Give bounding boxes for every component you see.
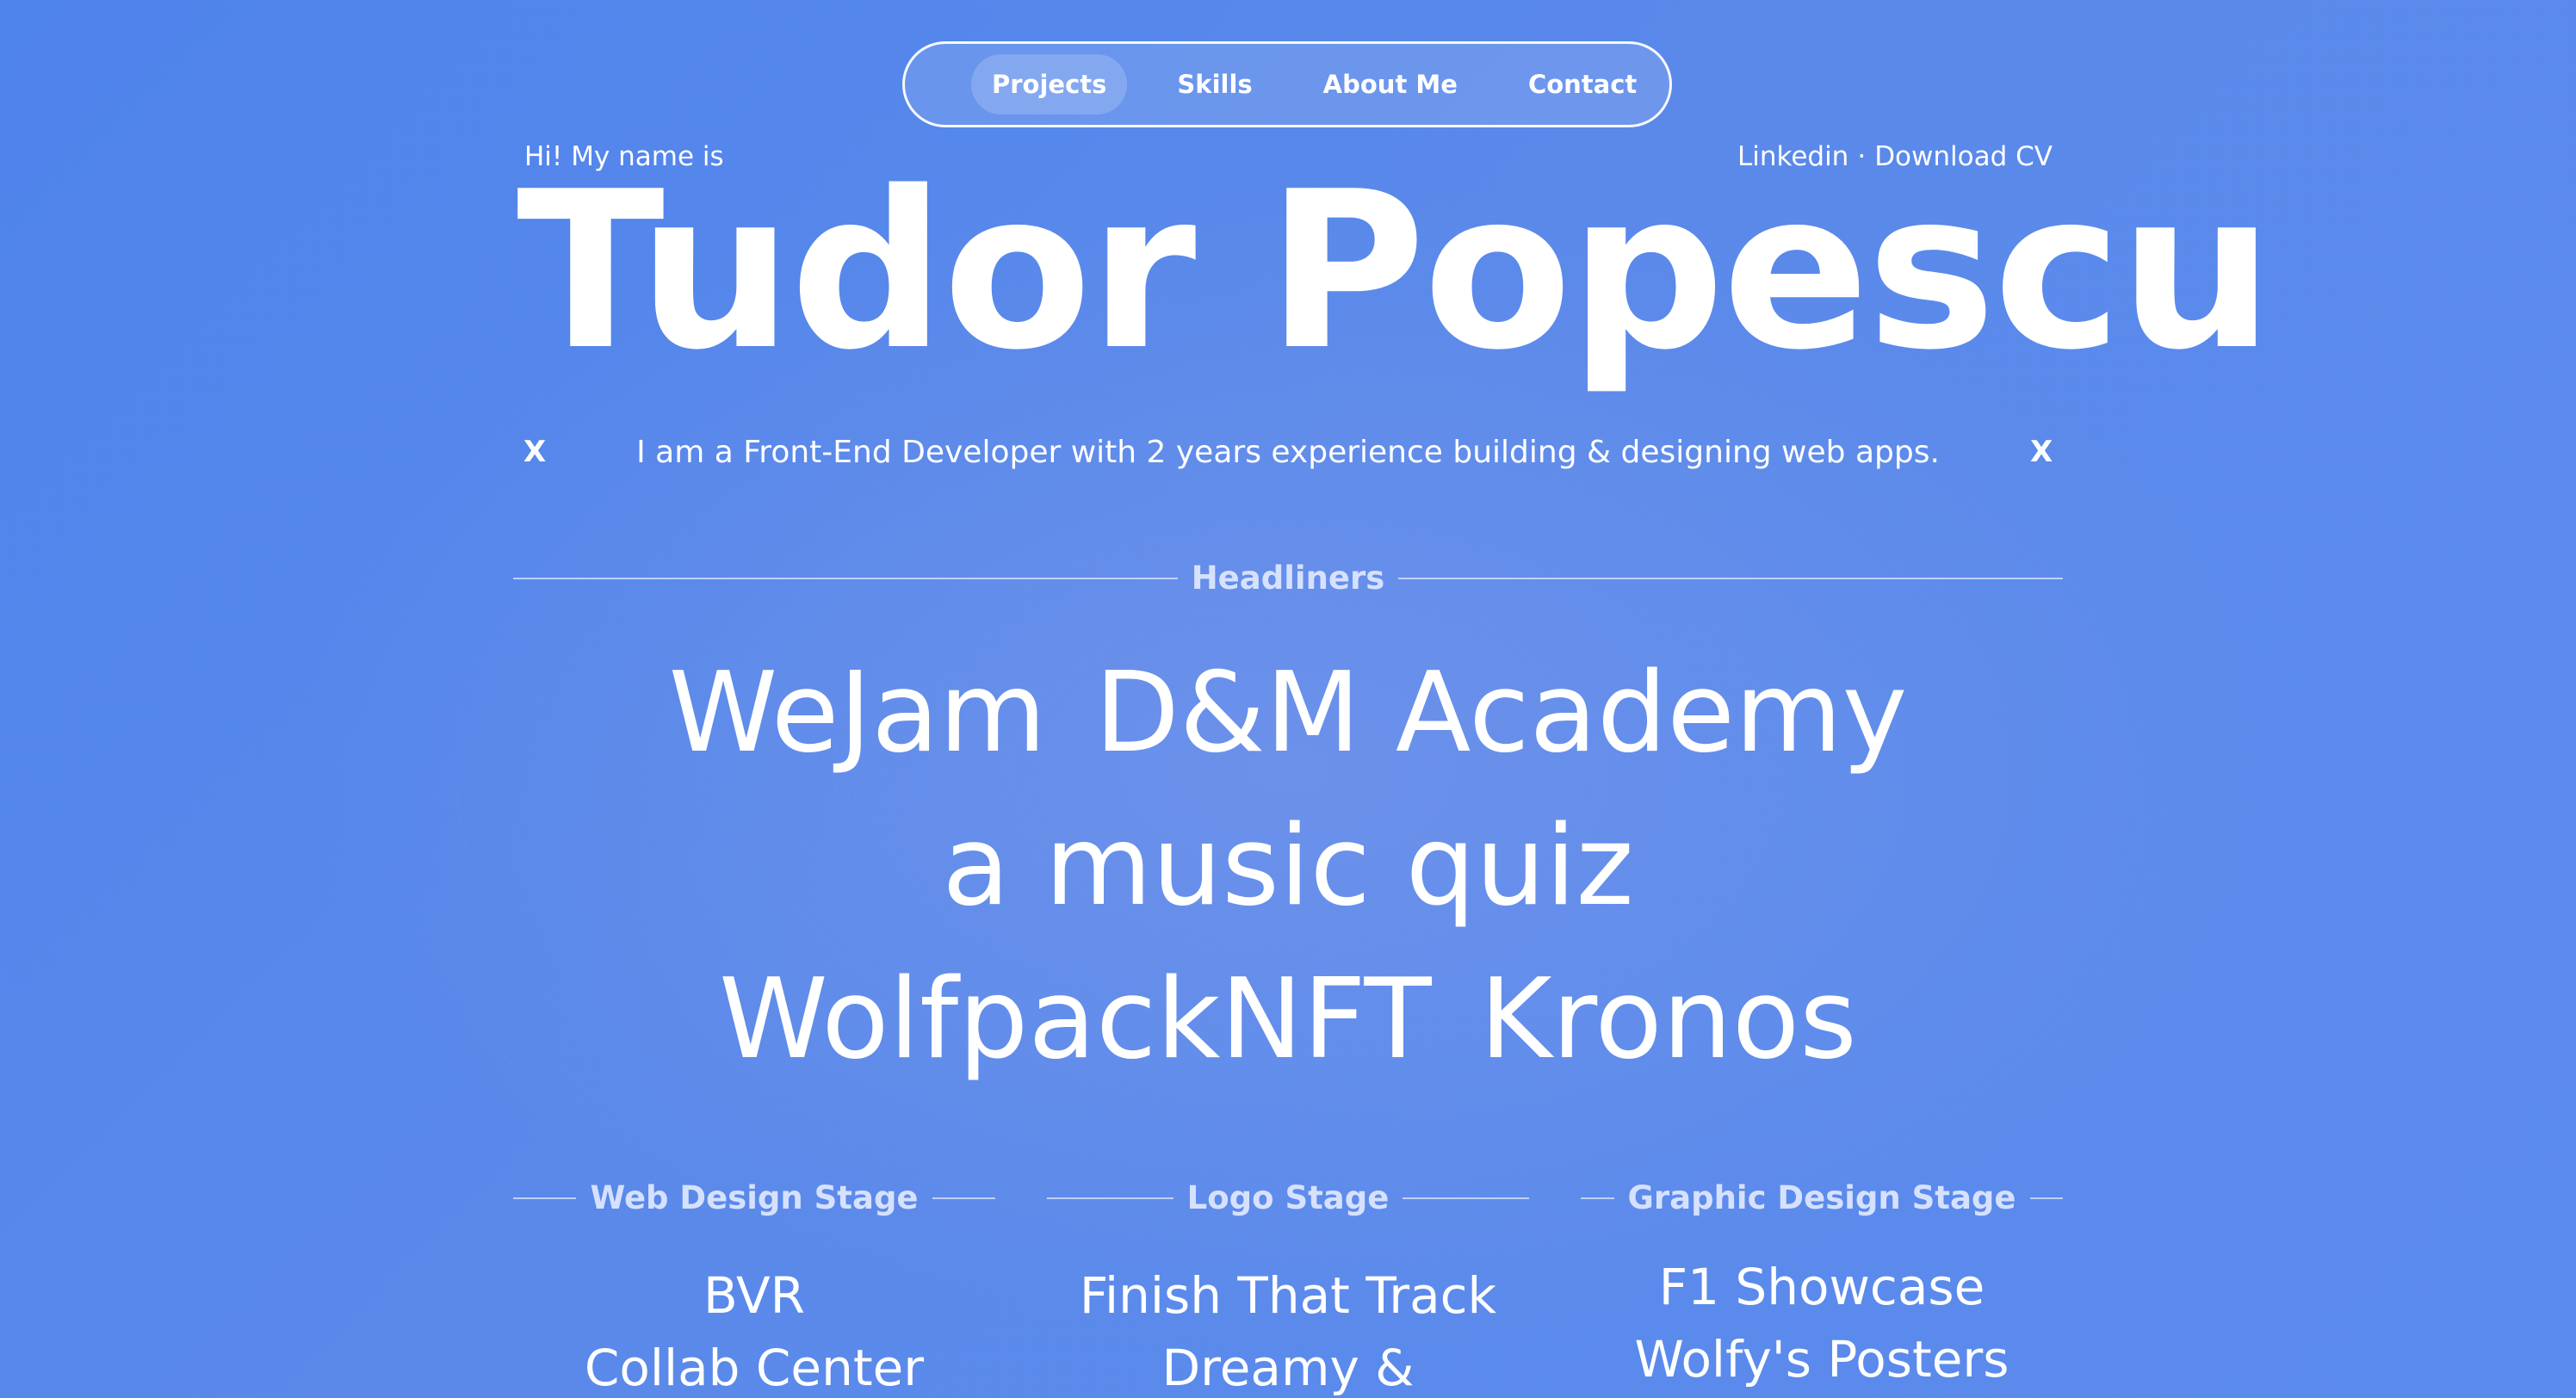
nav-skills[interactable]: Skills (1156, 54, 1273, 114)
project-music-quiz[interactable]: a music quiz (942, 802, 1633, 931)
nav-projects[interactable]: Projects (971, 54, 1128, 114)
divider-line (1047, 1197, 1173, 1199)
web-design-stage-divider: Web Design Stage (513, 1179, 995, 1216)
project-dm-academy[interactable]: D&M Academy (1094, 649, 1907, 777)
logo-stage-title: Logo Stage (1186, 1179, 1390, 1216)
project-kronos[interactable]: Kronos (1480, 956, 1857, 1084)
headliners-row: WolfpackNFT Kronos (513, 943, 2063, 1097)
headliners-title: Headliners (1191, 560, 1385, 597)
x-mark-left-icon: X (523, 435, 547, 469)
page: Projects Skills About Me Contact Hi! My … (0, 0, 2576, 1398)
logo-stage-list: Finish That Track Dreamy & (1047, 1259, 1529, 1398)
project-wolfpacknft[interactable]: WolfpackNFT (719, 956, 1432, 1084)
stage-item[interactable]: Dreamy & (1047, 1332, 1529, 1398)
stage-item[interactable]: F1 Showcase (1581, 1251, 2063, 1323)
headliners-row: WeJam D&M Academy (513, 637, 2063, 790)
stage-item[interactable]: BVR (513, 1259, 995, 1332)
hero-name: Tudor Popescu (517, 145, 2274, 398)
nav-about-me[interactable]: About Me (1303, 54, 1478, 114)
stage-item[interactable]: Collab Center (513, 1332, 995, 1398)
web-design-stage-list: BVR Collab Center (513, 1259, 995, 1398)
stage-item[interactable]: Wolfy's Posters (1581, 1323, 2063, 1395)
tagline-text: I am a Front-End Developer with 2 years … (636, 434, 1940, 470)
logo-stage-divider: Logo Stage (1047, 1179, 1530, 1216)
graphic-design-stage-title: Graphic Design Stage (1627, 1179, 2016, 1216)
nav-contact[interactable]: Contact (1508, 54, 1657, 114)
divider-line (1398, 577, 2063, 579)
web-design-stage: Web Design Stage BVR Collab Center (513, 1179, 995, 1398)
logo-stage: Logo Stage Finish That Track Dreamy & (1047, 1179, 1530, 1398)
tagline-row: X I am a Front-End Developer with 2 year… (523, 430, 2053, 473)
x-mark-right-icon: X (2029, 435, 2053, 469)
headliners-divider: Headliners (513, 560, 2063, 597)
graphic-design-stage-divider: Graphic Design Stage (1581, 1179, 2064, 1216)
divider-line (2029, 1197, 2064, 1199)
headliners-list: WeJam D&M Academy a music quiz WolfpackNF… (513, 637, 2063, 1097)
divider-line (513, 577, 1178, 579)
divider-line (1403, 1197, 1530, 1199)
top-navigation: Projects Skills About Me Contact (902, 41, 1672, 127)
headliners-row: a music quiz (513, 790, 2063, 943)
divider-line (932, 1197, 995, 1199)
web-design-stage-title: Web Design Stage (590, 1179, 919, 1216)
stage-item[interactable]: Finish That Track (1047, 1259, 1529, 1332)
project-wejam[interactable]: WeJam (669, 649, 1047, 777)
divider-line (513, 1197, 577, 1199)
graphic-design-stage: Graphic Design Stage F1 Showcase Wolfy's… (1581, 1179, 2064, 1395)
divider-line (1581, 1197, 1614, 1199)
graphic-design-stage-list: F1 Showcase Wolfy's Posters (1581, 1251, 2063, 1395)
